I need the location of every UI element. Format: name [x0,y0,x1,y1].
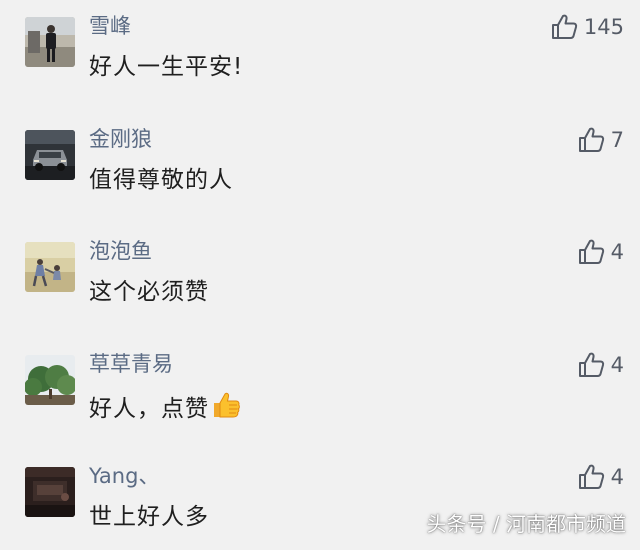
avatar-car-photo [25,130,75,180]
like-button[interactable]: 4 [577,462,624,492]
like-button[interactable]: 4 [577,237,624,267]
like-button[interactable]: 145 [550,12,624,42]
comment-username[interactable]: 草草青易 [89,350,173,378]
thumbs-up-outline-icon [551,14,578,39]
comment-text-body: 好人，点赞 [89,396,209,422]
thumbs-up-emoji [214,392,240,418]
user-avatar[interactable] [25,242,75,292]
comment-item: 泡泡鱼 这个必须赞 4 [0,225,640,325]
comment-item: 金刚狼 值得尊敬的人 7 [0,113,640,213]
comment-text: 好人一生平安! [89,54,244,80]
watermark: 头条号 / 河南都市频道 [426,512,626,536]
thumbs-up-outline-icon [578,239,604,264]
comment-text: 值得尊敬的人 [89,167,233,193]
like-count: 4 [610,240,624,264]
user-avatar[interactable] [25,467,75,517]
like-count: 145 [583,15,624,39]
thumbs-up-outline-icon [578,352,604,377]
like-count: 4 [610,465,624,489]
like-count: 4 [610,353,624,377]
avatar-trees-photo [25,355,75,405]
thumbs-up-outline-icon [578,464,604,489]
user-avatar[interactable] [25,130,75,180]
avatar-dark-room-photo [25,467,75,517]
like-button[interactable]: 4 [577,350,624,380]
user-avatar[interactable] [25,355,75,405]
like-button[interactable]: 7 [577,125,624,155]
comment-username[interactable]: 泡泡鱼 [89,237,152,265]
comment-item: 雪峰 好人一生平安! 145 [0,0,640,100]
avatar-beach-people-photo [25,242,75,292]
like-count: 7 [610,128,624,152]
comment-username[interactable]: Yang、 [89,462,159,490]
comment-item: 草草青易 好人，点赞 4 [0,338,640,438]
comment-text: 这个必须赞 [89,279,209,305]
comment-username[interactable]: 金刚狼 [89,125,152,153]
thumbs-up-outline-icon [578,127,604,152]
avatar-person-standing-photo [25,17,75,67]
comment-text: 世上好人多 [89,504,209,530]
comment-list: 雪峰 好人一生平安! 145 金刚狼 值得尊敬的人 7 泡泡鱼 这个必须赞 4 … [0,0,640,545]
comment-username[interactable]: 雪峰 [89,12,131,40]
user-avatar[interactable] [25,17,75,67]
comment-text: 好人，点赞 [89,390,241,424]
